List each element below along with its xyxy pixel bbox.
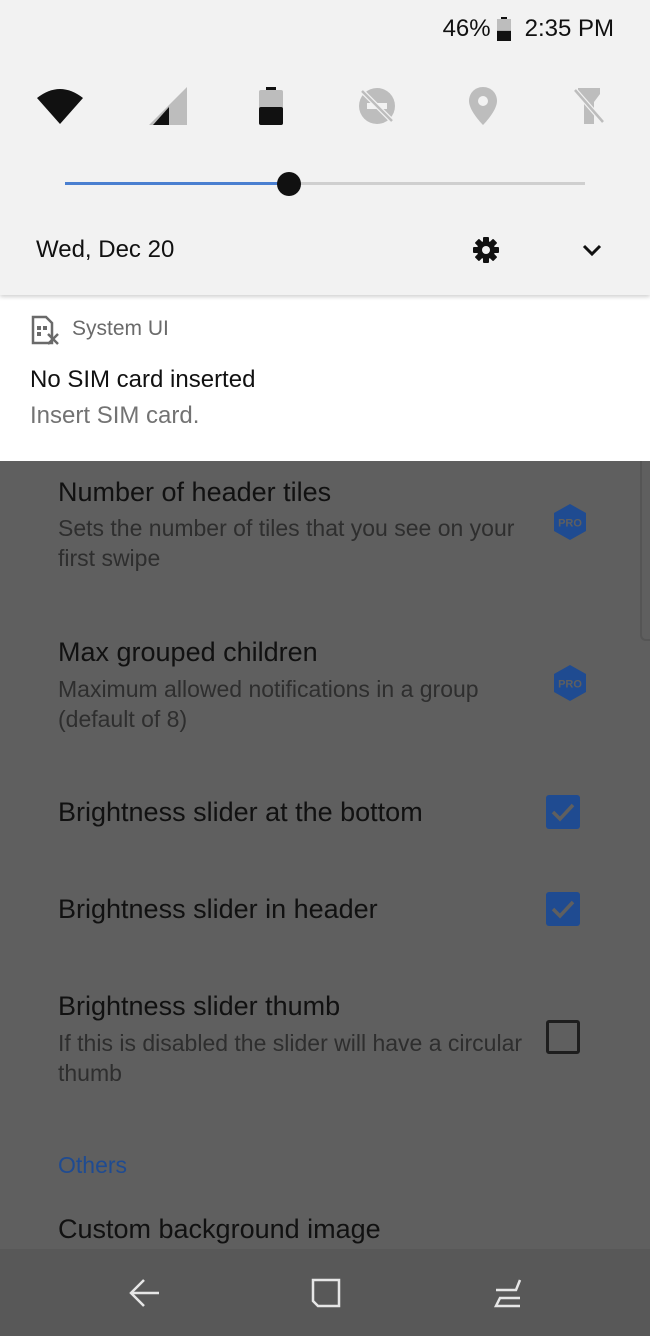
home-icon[interactable] (304, 1271, 348, 1315)
setting-subtitle: If this is disabled the slider will have… (58, 1030, 523, 1086)
battery-icon (496, 17, 511, 41)
date: Wed, Dec 20 (36, 236, 175, 263)
pro-label: PRO (558, 518, 582, 530)
notification-text: Insert SIM card. (30, 402, 200, 429)
battery-saver-icon[interactable] (247, 76, 295, 136)
setting-title[interactable]: Brightness slider thumb (58, 991, 340, 1022)
notification-title: No SIM card inserted (30, 366, 256, 393)
scrollbar[interactable] (640, 461, 650, 641)
setting-subtitle: Sets the number of tiles that you see on… (58, 515, 515, 571)
setting-subtitle: Maximum allowed notifications in a group… (58, 676, 479, 732)
settings-list: Number of header tiles Sets the number o… (0, 461, 650, 1249)
brightness-thumb[interactable] (276, 172, 301, 196)
recents-icon[interactable] (486, 1271, 530, 1315)
setting-title[interactable]: Custom background image (58, 1214, 381, 1245)
pro-label: PRO (558, 679, 582, 691)
setting-title[interactable]: Max grouped children (58, 637, 318, 668)
setting-title[interactable]: Brightness slider in header (58, 894, 378, 925)
pro-badge-icon[interactable]: PRO (552, 664, 588, 702)
wifi-icon[interactable] (36, 76, 84, 136)
flashlight-icon[interactable] (565, 76, 613, 136)
setting-title[interactable]: Brightness slider at the bottom (58, 797, 423, 828)
back-icon[interactable] (122, 1271, 166, 1315)
checkbox-unchecked[interactable] (546, 1020, 580, 1054)
navigation-bar (0, 1249, 650, 1336)
notification-app-name: System UI (72, 317, 169, 340)
cellular-signal-icon[interactable] (144, 76, 192, 136)
brightness-fill (65, 182, 289, 185)
checkbox-checked[interactable] (546, 892, 580, 926)
status-bar: 46% 2:35 PM (443, 14, 614, 44)
battery-percent: 46% (442, 15, 491, 42)
notification-card[interactable]: System UI No SIM card inserted Insert SI… (0, 295, 650, 461)
section-header: Others (58, 1152, 128, 1178)
do-not-disturb-icon[interactable] (353, 76, 401, 136)
quick-settings-panel: 46% 2:35 PM Wed, Dec 20 (0, 0, 650, 295)
pro-badge-icon[interactable]: PRO (552, 503, 588, 541)
setting-title[interactable]: Number of header tiles (58, 477, 331, 508)
clock: 2:35 PM (524, 15, 614, 42)
gear-icon[interactable] (470, 234, 502, 266)
location-icon[interactable] (459, 76, 507, 136)
brightness-slider[interactable] (65, 171, 585, 197)
quick-settings-tiles (0, 76, 650, 136)
checkbox-checked[interactable] (546, 795, 580, 829)
chevron-down-icon[interactable] (576, 234, 608, 266)
sim-card-off-icon (30, 315, 60, 345)
